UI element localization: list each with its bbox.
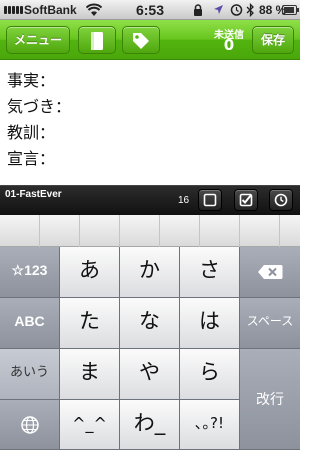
toolbar: メニュー 未送信 0 保存 xyxy=(0,20,300,60)
editor-line-lesson: 教訓： xyxy=(7,123,56,142)
globe-key[interactable] xyxy=(0,400,60,450)
key-ma[interactable]: ま xyxy=(60,349,120,400)
candidate-slot[interactable] xyxy=(200,215,240,247)
candidate-strip xyxy=(0,215,300,247)
candidate-slot[interactable] xyxy=(120,215,160,247)
clock-time: 6:53 xyxy=(135,2,165,18)
candidate-slot[interactable] xyxy=(280,215,300,247)
key-na[interactable]: な xyxy=(120,298,180,349)
empty-checkbox-icon xyxy=(203,193,217,207)
bluetooth-icon xyxy=(246,3,254,17)
candidate-slot[interactable] xyxy=(160,215,200,247)
candidate-slot[interactable] xyxy=(0,215,40,247)
note-text-area[interactable]: 事実： 気づき： 教訓： 宣言： xyxy=(0,61,300,185)
return-key[interactable]: 改行 xyxy=(240,349,300,450)
key-ra[interactable]: ら xyxy=(180,349,240,400)
tag-icon xyxy=(133,33,149,49)
tag-button[interactable] xyxy=(122,26,160,54)
rotation-lock-icon xyxy=(194,4,202,16)
notebook-button[interactable] xyxy=(78,26,116,54)
battery-icon xyxy=(282,5,299,15)
globe-icon xyxy=(20,416,39,434)
alarm-clock-icon xyxy=(230,4,243,16)
key-ta[interactable]: た xyxy=(60,298,120,349)
editor-line-fact: 事実： xyxy=(7,71,56,90)
keyboard-accessory-bar: 01-FastEver 16 xyxy=(0,185,300,215)
checked-box-insert-button[interactable] xyxy=(234,189,258,211)
character-count: 16 xyxy=(178,195,190,206)
notebook-icon xyxy=(91,32,103,50)
abc-mode-key[interactable]: ABC xyxy=(0,298,60,349)
key-a[interactable]: あ xyxy=(60,247,120,298)
editor-line-declaration: 宣言： xyxy=(7,149,56,168)
candidate-slot[interactable] xyxy=(40,215,80,247)
key-ha[interactable]: は xyxy=(180,298,240,349)
key-wa[interactable]: わ_ xyxy=(120,400,180,450)
editor-line-insight: 気づき： xyxy=(7,97,72,116)
save-button[interactable]: 保存 xyxy=(252,26,294,54)
location-arrow-icon xyxy=(214,5,223,14)
key-sa[interactable]: さ xyxy=(180,247,240,298)
key-emoticon[interactable]: ^_^ xyxy=(60,400,120,450)
key-ya[interactable]: や xyxy=(120,349,180,400)
backspace-icon xyxy=(258,265,283,279)
japanese-keyboard: ☆123 ABC あいう あ か さ た な は ま や ら ^_^ わ_ ､｡… xyxy=(0,247,300,450)
checked-checkbox-icon xyxy=(239,193,253,207)
battery-fill xyxy=(284,7,294,13)
unsent-count: 0 xyxy=(223,36,235,54)
candidate-slot[interactable] xyxy=(240,215,280,247)
kana-mode-key[interactable]: あいう xyxy=(0,349,60,400)
status-bar: SoftBank 6:53 88 % xyxy=(0,0,300,20)
space-key[interactable]: スペース xyxy=(240,298,300,349)
timestamp-insert-button[interactable] xyxy=(269,189,293,211)
menu-button[interactable]: メニュー xyxy=(6,26,70,54)
key-punctuation[interactable]: ､｡?! xyxy=(180,400,240,450)
numbers-mode-key[interactable]: ☆123 xyxy=(0,247,60,298)
checkbox-insert-button[interactable] xyxy=(198,189,222,211)
candidate-slot[interactable] xyxy=(80,215,120,247)
backspace-key[interactable] xyxy=(240,247,300,298)
clock-icon xyxy=(274,193,288,207)
key-ka[interactable]: か xyxy=(120,247,180,298)
notebook-title: 01-FastEver xyxy=(5,189,62,200)
